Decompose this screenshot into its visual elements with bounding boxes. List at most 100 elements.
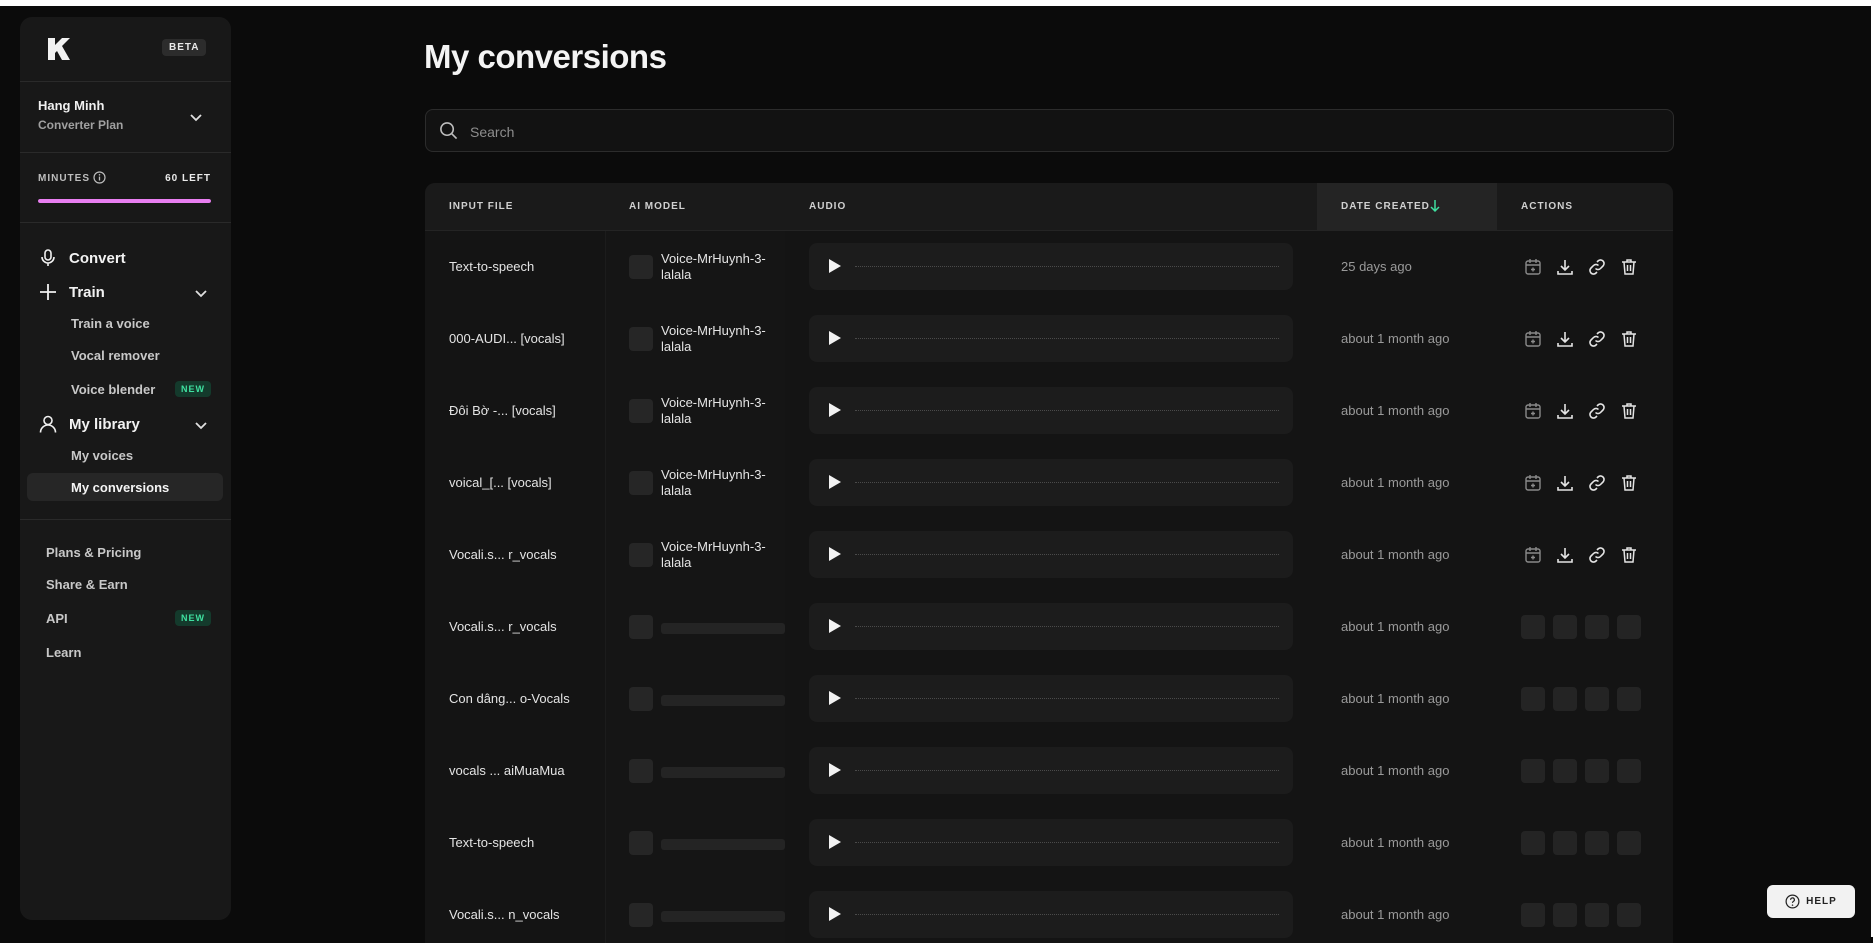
trash-icon[interactable] bbox=[1617, 471, 1641, 495]
header-ai-model[interactable]: AI MODEL bbox=[629, 201, 686, 212]
table-row[interactable]: Đôi Bờ -... [vocals] Voice-MrHuynh-3-lala… bbox=[425, 375, 1673, 447]
minutes-label: MINUTES bbox=[38, 173, 90, 184]
play-icon[interactable] bbox=[825, 545, 843, 563]
chevron-down-icon[interactable] bbox=[188, 109, 204, 125]
play-icon[interactable] bbox=[825, 689, 843, 707]
link-icon[interactable] bbox=[1585, 399, 1609, 423]
nav-api[interactable]: API bbox=[46, 611, 68, 626]
nav-voice-blender[interactable]: Voice blender bbox=[71, 382, 155, 397]
add-to-calendar-icon[interactable] bbox=[1521, 255, 1545, 279]
trash-icon[interactable] bbox=[1617, 399, 1641, 423]
table-row[interactable]: 000-AUDI... [vocals] Voice-MrHuynh-3-lala… bbox=[425, 303, 1673, 375]
audio-player[interactable] bbox=[809, 675, 1293, 722]
brand-logo-icon[interactable] bbox=[46, 36, 72, 62]
search-input[interactable] bbox=[468, 110, 1652, 153]
audio-waveform[interactable] bbox=[855, 554, 1279, 555]
audio-waveform[interactable] bbox=[855, 914, 1279, 915]
trash-icon[interactable] bbox=[1617, 327, 1641, 351]
table-row[interactable]: Text-to-speech Voice-MrHuynh-3-lalala 25 … bbox=[425, 231, 1673, 303]
link-icon[interactable] bbox=[1585, 327, 1609, 351]
audio-player[interactable] bbox=[809, 387, 1293, 434]
audio-waveform[interactable] bbox=[855, 626, 1279, 627]
audio-player[interactable] bbox=[809, 243, 1293, 290]
link-icon[interactable] bbox=[1585, 543, 1609, 567]
input-file-name: Vocali.s... n_vocals bbox=[449, 907, 560, 922]
audio-player[interactable] bbox=[809, 603, 1293, 650]
add-to-calendar-icon[interactable] bbox=[1521, 327, 1545, 351]
audio-waveform[interactable] bbox=[855, 842, 1279, 843]
table-row[interactable]: Vocali.s... r_vocals about 1 month ago bbox=[425, 591, 1673, 663]
nav-convert[interactable]: Convert bbox=[38, 248, 126, 268]
table-row[interactable]: Text-to-speech about 1 month ago bbox=[425, 807, 1673, 879]
header-date-created[interactable]: DATE CREATED bbox=[1341, 201, 1430, 212]
add-to-calendar-icon[interactable] bbox=[1521, 471, 1545, 495]
audio-waveform[interactable] bbox=[855, 338, 1279, 339]
audio-player[interactable] bbox=[809, 459, 1293, 506]
nav-my-library[interactable]: My library bbox=[38, 414, 140, 434]
play-icon[interactable] bbox=[825, 401, 843, 419]
nav-train[interactable]: Train bbox=[38, 282, 105, 302]
audio-player[interactable] bbox=[809, 891, 1293, 938]
nav-my-voices[interactable]: My voices bbox=[71, 448, 133, 463]
header-input-file[interactable]: INPUT FILE bbox=[449, 201, 513, 212]
arrow-down-icon[interactable] bbox=[1429, 199, 1441, 213]
search-bar[interactable] bbox=[425, 109, 1674, 153]
nav-vocal-remover[interactable]: Vocal remover bbox=[71, 348, 160, 363]
nav-train-a-voice[interactable]: Train a voice bbox=[71, 316, 150, 331]
trash-icon[interactable] bbox=[1617, 255, 1641, 279]
nav-learn[interactable]: Learn bbox=[46, 645, 81, 660]
audio-waveform[interactable] bbox=[855, 770, 1279, 771]
play-icon[interactable] bbox=[825, 473, 843, 491]
input-file-name: 000-AUDI... [vocals] bbox=[449, 331, 565, 346]
new-badge: NEW bbox=[175, 381, 211, 397]
model-thumbnail bbox=[629, 543, 653, 567]
nav-my-conversions[interactable]: My conversions bbox=[71, 480, 169, 495]
action-skeleton bbox=[1617, 903, 1641, 927]
audio-waveform[interactable] bbox=[855, 698, 1279, 699]
table-row[interactable]: Con dâng... o-Vocals about 1 month ago bbox=[425, 663, 1673, 735]
download-icon[interactable] bbox=[1553, 255, 1577, 279]
add-to-calendar-icon[interactable] bbox=[1521, 399, 1545, 423]
audio-player[interactable] bbox=[809, 315, 1293, 362]
header-audio[interactable]: AUDIO bbox=[809, 201, 846, 212]
info-icon[interactable] bbox=[93, 171, 106, 184]
table-row[interactable]: voical_[... [vocals] Voice-MrHuynh-3-lala… bbox=[425, 447, 1673, 519]
download-icon[interactable] bbox=[1553, 543, 1577, 567]
download-icon[interactable] bbox=[1553, 471, 1577, 495]
chevron-down-icon[interactable] bbox=[193, 285, 209, 301]
download-icon[interactable] bbox=[1553, 327, 1577, 351]
play-icon[interactable] bbox=[825, 617, 843, 635]
play-icon[interactable] bbox=[825, 257, 843, 275]
date-created: about 1 month ago bbox=[1341, 547, 1450, 562]
add-to-calendar-icon[interactable] bbox=[1521, 543, 1545, 567]
audio-waveform[interactable] bbox=[855, 266, 1279, 267]
table-row[interactable]: vocals ... aiMuaMua about 1 month ago bbox=[425, 735, 1673, 807]
nav-share-earn[interactable]: Share & Earn bbox=[46, 577, 128, 592]
action-skeleton bbox=[1585, 759, 1609, 783]
download-icon[interactable] bbox=[1553, 399, 1577, 423]
table-row[interactable]: Vocali.s... r_vocals Voice-MrHuynh-3-lala… bbox=[425, 519, 1673, 591]
minutes-left: 60 LEFT bbox=[165, 173, 211, 184]
help-button[interactable]: HELP bbox=[1767, 885, 1855, 918]
audio-player[interactable] bbox=[809, 747, 1293, 794]
model-thumbnail bbox=[629, 759, 653, 783]
action-skeleton bbox=[1617, 831, 1641, 855]
play-icon[interactable] bbox=[825, 905, 843, 923]
play-icon[interactable] bbox=[825, 761, 843, 779]
date-created: about 1 month ago bbox=[1341, 475, 1450, 490]
play-icon[interactable] bbox=[825, 833, 843, 851]
action-skeleton bbox=[1553, 831, 1577, 855]
nav-plans-pricing[interactable]: Plans & Pricing bbox=[46, 545, 141, 560]
link-icon[interactable] bbox=[1585, 255, 1609, 279]
audio-waveform[interactable] bbox=[855, 410, 1279, 411]
audio-waveform[interactable] bbox=[855, 482, 1279, 483]
audio-player[interactable] bbox=[809, 531, 1293, 578]
action-skeleton bbox=[1585, 687, 1609, 711]
beta-badge: BETA bbox=[162, 39, 207, 56]
audio-player[interactable] bbox=[809, 819, 1293, 866]
link-icon[interactable] bbox=[1585, 471, 1609, 495]
chevron-down-icon[interactable] bbox=[193, 417, 209, 433]
table-row[interactable]: Vocali.s... n_vocals about 1 month ago bbox=[425, 879, 1673, 943]
trash-icon[interactable] bbox=[1617, 543, 1641, 567]
play-icon[interactable] bbox=[825, 329, 843, 347]
